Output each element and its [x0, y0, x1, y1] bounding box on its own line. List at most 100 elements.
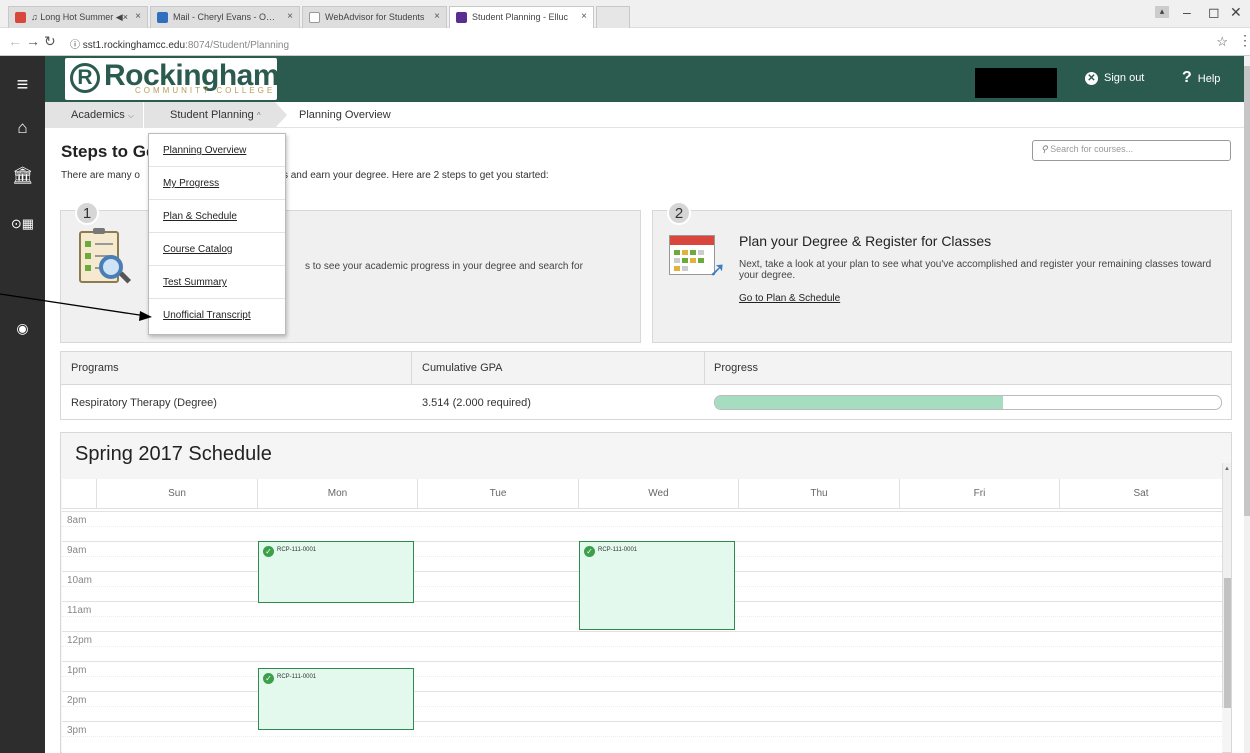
step-1-text: s to see your academic progress in your … — [305, 261, 583, 272]
column-header: Programs — [71, 362, 119, 374]
browser-tab-bar: ♫ Long Hot Summer ◀× × Mail - Cheryl Eva… — [0, 0, 1250, 28]
menu-item-planning-overview[interactable]: Planning Overview — [149, 134, 285, 167]
scroll-up-icon[interactable]: ▲ — [1224, 466, 1230, 472]
check-circle-icon: ✓ — [263, 673, 274, 684]
menu-item-my-progress[interactable]: My Progress — [149, 167, 285, 200]
check-circle-icon: ✓ — [263, 546, 274, 557]
hour-label: 12pm — [67, 635, 93, 646]
browser-tab-webadvisor[interactable]: WebAdvisor for Students × — [302, 6, 447, 28]
course-search-input[interactable]: ⚲ Search for courses... — [1032, 140, 1231, 161]
go-to-plan-schedule-link[interactable]: Go to Plan & Schedule — [739, 293, 840, 304]
course-event-wed-9am[interactable]: ✓ RCP-111-0001 — [579, 541, 735, 630]
step-number: 2 — [667, 201, 691, 225]
bookmark-star-icon[interactable]: ☆ — [1216, 34, 1228, 50]
program-progress-bar[interactable] — [714, 395, 1222, 410]
hour-label: 10am — [67, 575, 93, 586]
hamburger-menu-icon[interactable]: ≡ — [0, 74, 45, 97]
breadcrumb-student-planning[interactable]: Student Planning ^ — [143, 102, 275, 128]
day-header-sat: Sat — [1059, 479, 1222, 509]
browser-tab-student-planning[interactable]: Student Planning - Elluc × — [449, 6, 594, 28]
sign-out-button[interactable]: ✕ Sign out — [1085, 72, 1144, 85]
day-header-wed: Wed — [578, 479, 738, 509]
mail-favicon-icon — [157, 12, 168, 23]
back-arrow-icon[interactable]: ← — [8, 33, 22, 49]
left-nav-rail: ≡ ⌂ 🏛 ⊙▦ ◉ — [0, 56, 45, 753]
schedule-title: Spring 2017 Schedule — [75, 443, 272, 465]
menu-item-label: Unofficial Transcript — [163, 310, 251, 321]
url-field[interactable]: ⓘ sst1.rockinghamcc.edu:8074/Student/Pla… — [70, 36, 289, 51]
intro-text-left: There are many o — [61, 170, 140, 181]
new-tab-button[interactable] — [596, 6, 630, 28]
program-name: Respiratory Therapy (Degree) — [71, 397, 217, 409]
scrollbar-thumb[interactable] — [1244, 66, 1250, 516]
breadcrumb-academics[interactable]: Academics ⌵ — [45, 102, 143, 128]
close-icon[interactable]: × — [135, 11, 141, 22]
student-planning-dropdown: Planning Overview My Progress Plan & Sch… — [148, 133, 286, 335]
menu-item-plan-schedule[interactable]: Plan & Schedule — [149, 200, 285, 233]
hour-label: 2pm — [67, 695, 87, 706]
menu-item-test-summary[interactable]: Test Summary — [149, 266, 285, 299]
help-question-icon: ? — [1182, 69, 1192, 86]
hour-gridline — [62, 721, 1222, 722]
tab-label: Student Planning - Elluc — [472, 12, 569, 22]
user-circle-icon[interactable]: ◉ — [0, 320, 45, 337]
breadcrumb: Academics ⌵ Student Planning ^ Planning … — [45, 102, 1250, 128]
menu-item-label: Course Catalog — [163, 244, 233, 255]
menu-item-course-catalog[interactable]: Course Catalog — [149, 233, 285, 266]
site-header: R Rockingham COMMUNITY COLLEGE ✕ Sign out… — [45, 56, 1250, 102]
hour-gridline — [62, 511, 1222, 512]
breadcrumb-label: Academics — [71, 109, 125, 121]
page-favicon-icon — [309, 12, 320, 23]
close-icon[interactable]: × — [434, 11, 440, 22]
menu-item-label: My Progress — [163, 178, 220, 189]
hour-label: 11am — [67, 605, 92, 616]
hour-gridline — [62, 631, 1222, 632]
course-event-mon-1pm[interactable]: ✓ RCP-111-0001 — [258, 668, 414, 730]
half-hour-gridline — [62, 526, 1222, 527]
forward-arrow-icon[interactable]: → — [26, 33, 40, 49]
menu-dots-icon[interactable]: ⋮ — [1238, 32, 1250, 49]
breadcrumb-label: Student Planning — [170, 109, 254, 121]
tab-label: WebAdvisor for Students — [325, 12, 425, 22]
column-header: Progress — [714, 362, 759, 374]
window-close-icon[interactable]: ✕ — [1230, 4, 1242, 21]
minimize-icon[interactable]: – — [1183, 4, 1191, 20]
course-event-mon-9am[interactable]: ✓ RCP-111-0001 — [258, 541, 414, 603]
schedule-scrollbar[interactable]: ▲ — [1222, 463, 1231, 708]
page-title: Steps to Ge — [61, 142, 156, 161]
close-icon[interactable]: × — [581, 11, 587, 22]
address-bar: ← → ↻ ⓘ sst1.rockinghamcc.edu:8074/Stude… — [0, 28, 1250, 56]
tab-label: ♫ Long Hot Summer ◀× — [31, 12, 128, 22]
chevron-up-icon: ^ — [256, 111, 261, 120]
home-icon[interactable]: ⌂ — [0, 118, 45, 138]
hour-gridline — [62, 661, 1222, 662]
day-header-sun: Sun — [96, 479, 257, 509]
hour-gridline — [62, 691, 1222, 692]
close-icon[interactable]: × — [287, 11, 293, 22]
breadcrumb-label: Planning Overview — [299, 109, 391, 121]
scrollbar-thumb[interactable] — [1224, 578, 1231, 708]
hour-label: 9am — [67, 545, 87, 556]
profile-icon[interactable]: ▴ — [1155, 6, 1169, 18]
search-placeholder: Search for courses... — [1050, 144, 1134, 154]
help-button[interactable]: ? Help — [1182, 69, 1220, 87]
browser-tab-music[interactable]: ♫ Long Hot Summer ◀× × — [8, 6, 148, 28]
tab-label: Mail - Cheryl Evans - O… — [173, 12, 276, 22]
maximize-icon[interactable]: ◻ — [1208, 4, 1220, 21]
sign-out-label: Sign out — [1104, 72, 1145, 84]
half-hour-gridline — [62, 736, 1222, 737]
reload-icon[interactable]: ↻ — [44, 33, 56, 50]
programs-table: Programs Cumulative GPA Progress Respira… — [60, 351, 1232, 420]
calendar-grid: Sun Mon Tue Wed Thu Fri Sat 8am 9am 10am… — [62, 479, 1222, 753]
breadcrumb-planning-overview: Planning Overview — [273, 102, 391, 128]
hour-label: 3pm — [67, 725, 87, 736]
schedule-icon[interactable]: ⊙▦ — [0, 216, 45, 232]
table-header-row: Programs Cumulative GPA Progress — [61, 352, 1231, 385]
menu-item-label: Test Summary — [163, 277, 227, 288]
college-logo[interactable]: R Rockingham COMMUNITY COLLEGE — [65, 58, 280, 100]
page-scrollbar[interactable] — [1244, 56, 1250, 753]
menu-item-unofficial-transcript[interactable]: Unofficial Transcript — [149, 299, 285, 332]
url-host: sst1.rockinghamcc.edu — [82, 40, 186, 51]
browser-tab-mail[interactable]: Mail - Cheryl Evans - O… × — [150, 6, 300, 28]
bank-icon[interactable]: 🏛 — [0, 166, 45, 186]
